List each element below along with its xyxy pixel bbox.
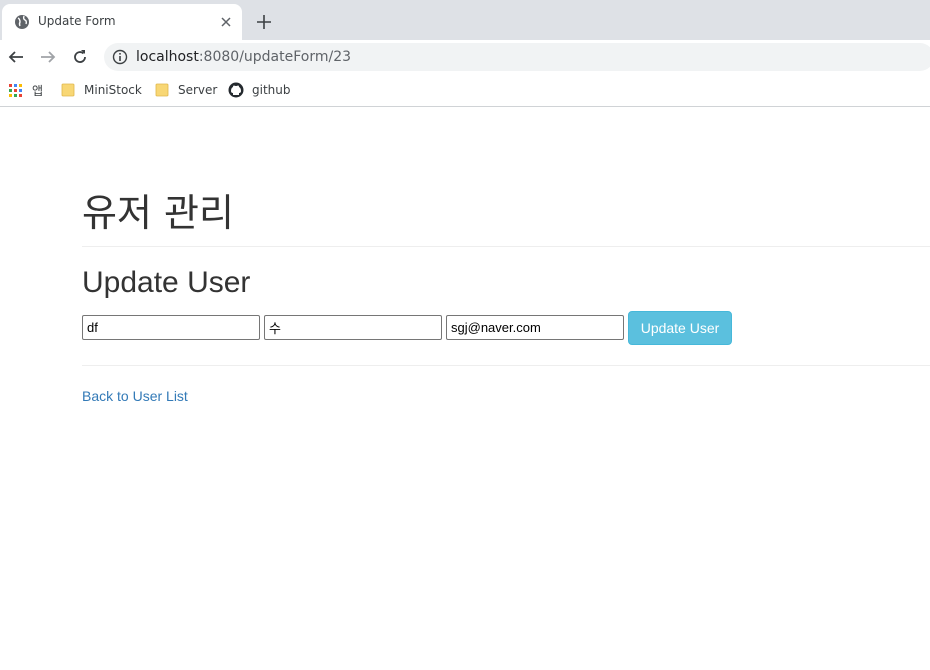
name-input[interactable] (82, 315, 260, 340)
address-bar[interactable]: localhost:8080/updateForm/23 (104, 43, 930, 71)
close-icon[interactable] (218, 14, 234, 30)
page-content: 유저 관리 Update User Update User Back to Us… (0, 108, 930, 670)
bookmark-ministock[interactable]: MiniStock (61, 80, 142, 100)
bookmarks-bar: 앱 MiniStock Server github (0, 74, 930, 107)
reload-icon[interactable] (69, 46, 91, 68)
email-input[interactable] (446, 315, 624, 340)
apps-grid-icon (9, 83, 22, 97)
tab-title: Update Form (38, 14, 116, 28)
bookmark-github[interactable]: github (228, 80, 290, 100)
bookmark-label: MiniStock (84, 83, 142, 97)
back-to-user-list-link[interactable]: Back to User List (82, 388, 188, 404)
forward-arrow-icon[interactable] (37, 46, 59, 68)
tab-strip: Update Form (0, 0, 930, 40)
browser-tab[interactable]: Update Form (2, 4, 242, 40)
folder-icon (155, 83, 169, 97)
bookmark-label: 앱 (32, 83, 44, 98)
bookmark-label: Server (178, 83, 218, 97)
divider (82, 246, 930, 247)
github-icon (228, 82, 244, 98)
globe-icon (14, 14, 30, 30)
role-input[interactable] (264, 315, 442, 340)
divider (82, 365, 930, 366)
section-title: Update User (82, 266, 251, 299)
url-text[interactable]: localhost:8080/updateForm/23 (136, 49, 351, 65)
new-tab-icon[interactable] (254, 12, 274, 32)
back-arrow-icon[interactable] (5, 46, 27, 68)
url-path: :8080/updateForm/23 (198, 49, 352, 65)
page-title: 유저 관리 (82, 191, 234, 235)
bookmark-label: github (252, 83, 291, 97)
info-icon[interactable] (112, 49, 128, 65)
folder-icon (61, 83, 75, 97)
update-user-button[interactable]: Update User (628, 311, 732, 345)
bookmark-server[interactable]: Server (155, 80, 217, 100)
browser-toolbar: localhost:8080/updateForm/23 (0, 40, 930, 74)
url-host: localhost (136, 49, 199, 65)
bookmark-apps[interactable]: 앱 (9, 80, 43, 100)
